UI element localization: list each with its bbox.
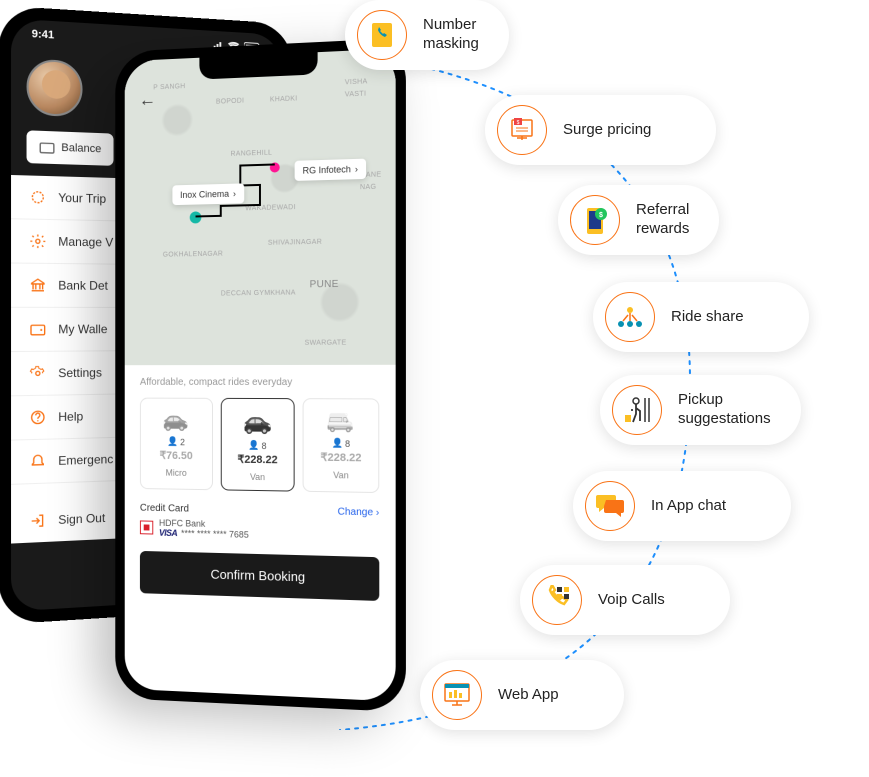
status-time: 9:41 xyxy=(32,28,55,42)
bank-icon xyxy=(30,277,46,293)
feature-surge-pricing: $ Surge pricing xyxy=(485,95,716,165)
vehicle-card-selected[interactable]: 🚗 👤 8 ₹228.22 Van xyxy=(220,398,295,492)
phone-booking-mockup: P SANGH BOPODI KHADKI VISHA VASTI RANGEH… xyxy=(115,38,406,712)
payment-title: Credit Card xyxy=(140,503,189,515)
wallet-icon xyxy=(39,139,55,156)
chevron-right-icon: › xyxy=(233,189,236,199)
feature-label: Voip Calls xyxy=(598,591,665,610)
change-payment-link[interactable]: Change › xyxy=(338,507,380,519)
chevron-right-icon: › xyxy=(355,164,358,174)
chat-icon xyxy=(585,481,635,531)
feature-label: Web App xyxy=(498,686,559,705)
surge-icon: $ xyxy=(497,105,547,155)
feature-label: Referralrewards xyxy=(636,201,689,239)
feature-label: Surge pricing xyxy=(563,121,651,140)
passenger-count: 👤 8 xyxy=(249,440,267,451)
card-masked: **** **** **** 7685 xyxy=(181,528,249,540)
car-icon: 🚗 xyxy=(163,407,189,433)
pin-label: Inox Cinema xyxy=(180,189,229,200)
feature-label: In App chat xyxy=(651,497,726,516)
svg-text:$: $ xyxy=(599,212,603,219)
feature-voip-calls: Voip Calls xyxy=(520,565,730,635)
feature-web-app: Web App xyxy=(420,660,624,730)
vehicle-card-van[interactable]: 🚐 👤 8 ₹228.22 Van xyxy=(303,398,379,493)
drop-pin[interactable]: RG Infotech › xyxy=(295,159,366,181)
feature-label: Pickupsuggestations xyxy=(678,391,771,429)
map[interactable]: P SANGH BOPODI KHADKI VISHA VASTI RANGEH… xyxy=(125,49,396,366)
feature-number-masking: Numbermasking xyxy=(345,0,509,70)
vehicle-price: ₹76.50 xyxy=(160,449,193,462)
vehicle-name: Micro xyxy=(166,468,187,478)
vehicle-card-micro[interactable]: 🚗 👤 2 ₹76.50 Micro xyxy=(140,398,213,491)
phone-book-icon xyxy=(357,10,407,60)
balance-chip[interactable]: Balance xyxy=(27,130,114,166)
avatar[interactable] xyxy=(27,58,83,117)
vehicle-name: Van xyxy=(333,470,348,480)
booking-panel: Affordable, compact rides everyday 🚗 👤 2… xyxy=(125,365,396,702)
trips-icon xyxy=(30,189,46,206)
menu-label: Sign Out xyxy=(58,511,105,527)
menu-label: Emergenc xyxy=(58,452,113,468)
balance-label: Balance xyxy=(61,142,101,156)
pin-label: RG Infotech xyxy=(303,164,351,176)
feature-label: Numbermasking xyxy=(423,16,479,54)
booking-tagline: Affordable, compact rides everyday xyxy=(140,377,379,388)
hdfc-logo-icon xyxy=(140,520,153,534)
vehicle-name: Van xyxy=(250,472,265,482)
van-icon: 🚐 xyxy=(327,407,355,434)
feature-pickup-suggestions: Pickupsuggestations xyxy=(600,375,801,445)
menu-label: Settings xyxy=(58,366,102,381)
vehicle-price: ₹228.22 xyxy=(320,451,361,465)
vehicle-price: ₹228.22 xyxy=(238,453,278,466)
car-icon: 🚗 xyxy=(243,407,272,436)
voip-icon xyxy=(532,575,582,625)
help-icon xyxy=(30,409,46,426)
svg-text:$: $ xyxy=(517,120,520,126)
pickup-icon xyxy=(612,385,662,435)
wallet-icon xyxy=(30,321,46,337)
ride-share-icon xyxy=(605,292,655,342)
gear-icon xyxy=(30,233,46,250)
visa-logo: VISA xyxy=(159,528,177,538)
menu-label: My Walle xyxy=(58,322,107,336)
confirm-label: Confirm Booking xyxy=(210,567,305,585)
feature-referral-rewards: $ Referralrewards xyxy=(558,185,719,255)
passenger-count: 👤 2 xyxy=(167,436,185,447)
confirm-booking-button[interactable]: Confirm Booking xyxy=(140,551,379,601)
payment-method[interactable]: HDFC Bank VISA **** **** **** 7685 xyxy=(140,517,379,542)
back-arrow[interactable]: ← xyxy=(139,89,156,110)
feature-ride-share: Ride share xyxy=(593,282,809,352)
alert-icon xyxy=(30,453,46,470)
feature-label: Ride share xyxy=(671,308,744,327)
web-app-icon xyxy=(432,670,482,720)
feature-in-app-chat: In App chat xyxy=(573,471,791,541)
menu-label: Your Trip xyxy=(58,191,106,206)
passenger-count: 👤 8 xyxy=(332,438,350,449)
pickup-pin[interactable]: Inox Cinema › xyxy=(172,183,243,205)
signout-icon xyxy=(30,512,46,529)
menu-label: Help xyxy=(58,409,83,424)
vehicle-options: 🚗 👤 2 ₹76.50 Micro 🚗 👤 8 ₹228.22 Van 🚐 👤… xyxy=(140,398,379,493)
menu-label: Manage V xyxy=(58,234,113,249)
referral-icon: $ xyxy=(570,195,620,245)
menu-label: Bank Det xyxy=(58,278,108,293)
settings-icon xyxy=(30,365,46,382)
